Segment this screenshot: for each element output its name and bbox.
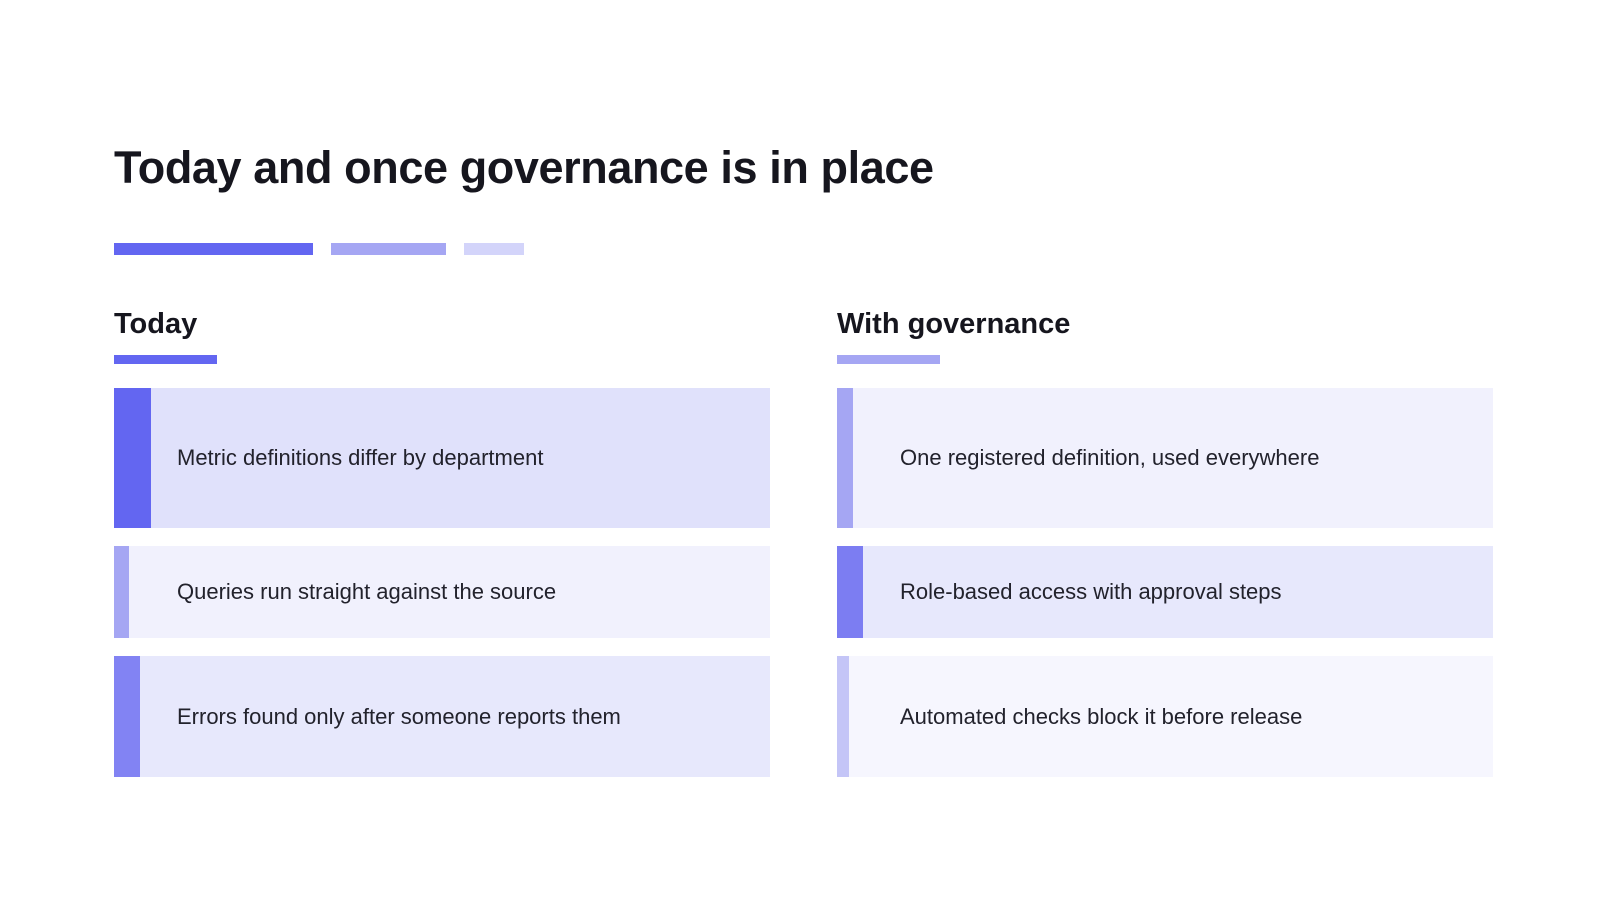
today-item-3: Errors found only after someone reports … bbox=[114, 656, 770, 777]
governance-item-3-label: Automated checks block it before release bbox=[900, 703, 1303, 729]
today-item-1-label: Metric definitions differ by department bbox=[177, 445, 544, 470]
with-governance-column: With governance One registered definitio… bbox=[837, 300, 1493, 777]
today-column-heading: Today bbox=[114, 308, 198, 340]
item-stripe bbox=[837, 656, 849, 777]
today-item-3-label: Errors found only after someone reports … bbox=[177, 703, 621, 729]
governance-item-2: Role-based access with approval steps bbox=[837, 546, 1493, 638]
today-item-2: Queries run straight against the source bbox=[114, 546, 770, 638]
item-stripe bbox=[114, 388, 151, 528]
governance-item-1-label: One registered definition, used everywhe… bbox=[900, 445, 1320, 470]
item-stripe bbox=[114, 546, 129, 638]
slide-title: Today and once governance is in place bbox=[114, 142, 934, 193]
today-item-2-label: Queries run straight against the source bbox=[177, 579, 557, 604]
today-heading-underline bbox=[114, 355, 217, 364]
item-stripe bbox=[114, 656, 140, 777]
governance-item-2-label: Role-based access with approval steps bbox=[900, 579, 1282, 604]
item-stripe bbox=[837, 388, 853, 528]
with-governance-column-heading: With governance bbox=[837, 308, 1071, 340]
today-item-1: Metric definitions differ by department bbox=[114, 388, 770, 528]
governance-item-1: One registered definition, used everywhe… bbox=[837, 388, 1493, 528]
today-column: Today Metric definitions differ by depar… bbox=[114, 300, 770, 777]
decorative-accent-bar-primary bbox=[114, 243, 313, 255]
decorative-accent-bar-secondary bbox=[331, 243, 446, 255]
decorative-accent-bar-light bbox=[464, 243, 524, 255]
with-governance-heading-underline bbox=[837, 355, 940, 364]
item-stripe bbox=[837, 546, 863, 638]
governance-item-3: Automated checks block it before release bbox=[837, 656, 1493, 777]
